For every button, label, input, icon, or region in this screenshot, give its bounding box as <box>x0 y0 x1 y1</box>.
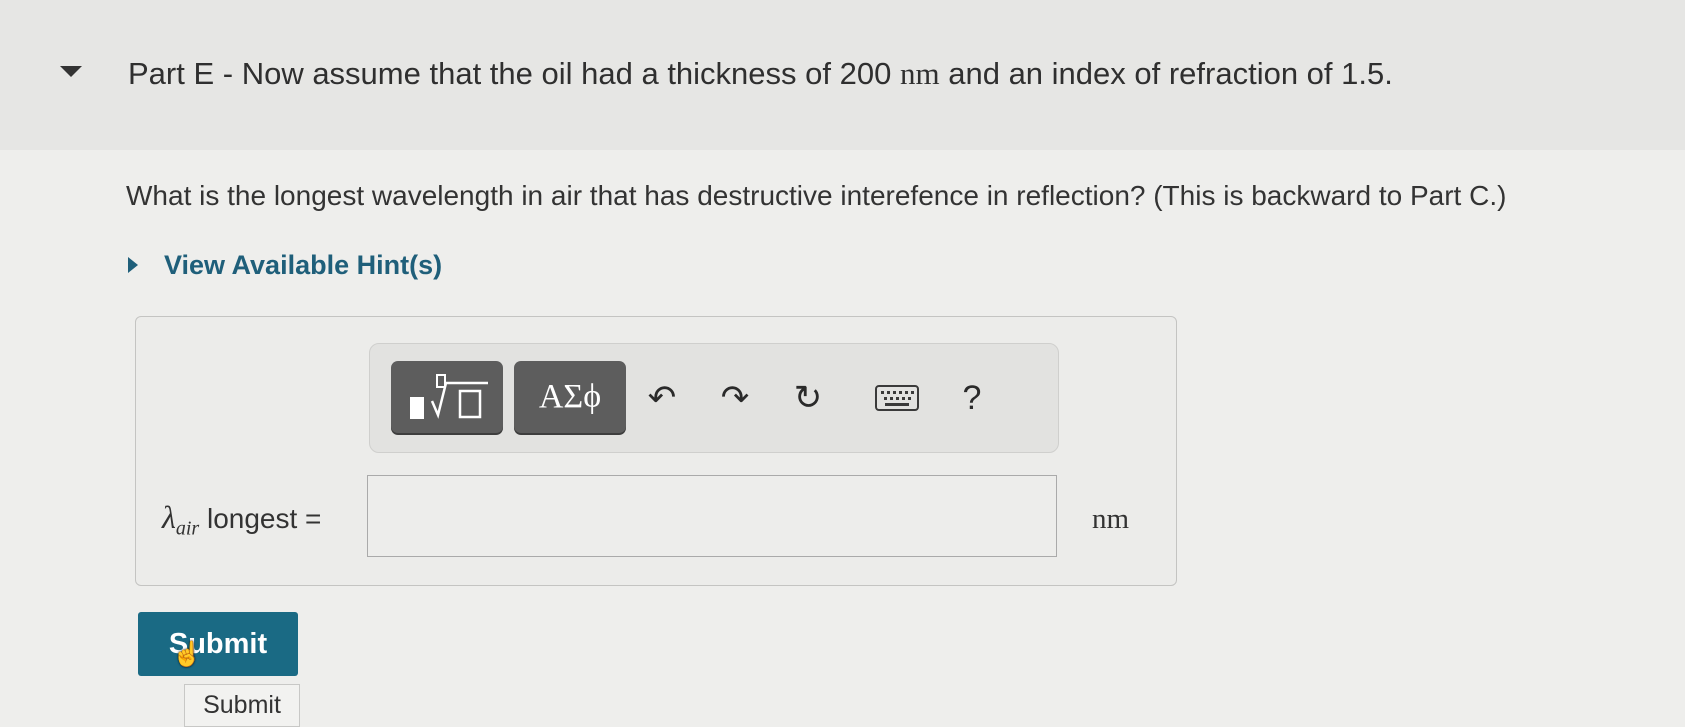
answer-input[interactable] <box>367 475 1057 557</box>
undo-icon[interactable]: ↶ <box>640 376 684 420</box>
answer-label-suffix: longest = <box>206 503 322 534</box>
greek-symbols-button[interactable]: ΑΣϕ <box>514 361 626 433</box>
submit-button[interactable]: Submit <box>138 612 298 676</box>
expand-caret-icon <box>128 257 138 273</box>
lambda-subscript: air <box>175 517 200 540</box>
collapse-caret-icon[interactable] <box>60 66 82 77</box>
answer-box: ΑΣϕ ↶ ↷ ↻ ? λair longest = nm <box>135 316 1177 586</box>
unit-label: nm <box>1092 503 1130 535</box>
part-title: Part E - Now assume that the oil had a t… <box>128 56 1393 92</box>
redo-icon[interactable]: ↷ <box>713 376 757 420</box>
hand-cursor-icon: ☝ <box>172 641 202 668</box>
keyboard-icon[interactable] <box>875 376 919 420</box>
view-hints-label: View Available Hint(s) <box>164 249 443 280</box>
math-toolbar: ΑΣϕ ↶ ↷ ↻ ? <box>369 343 1059 453</box>
view-hints-toggle[interactable]: View Available Hint(s) <box>128 248 442 282</box>
part-title-prefix: Part E - Now assume that the oil had a t… <box>128 56 892 91</box>
question-text: What is the longest wavelength in air th… <box>126 180 1507 211</box>
reset-icon[interactable]: ↻ <box>786 376 830 420</box>
templates-icon <box>410 374 488 419</box>
templates-button[interactable] <box>391 361 503 433</box>
lambda-symbol: λ <box>162 499 176 535</box>
part-title-unit: nm <box>899 56 940 91</box>
part-header: Part E - Now assume that the oil had a t… <box>0 0 1685 150</box>
answer-label: λair longest = <box>162 499 321 541</box>
submit-tooltip: Submit <box>184 684 300 727</box>
help-icon[interactable]: ? <box>950 376 994 420</box>
part-title-suffix: and an index of refraction of 1.5. <box>948 56 1393 91</box>
